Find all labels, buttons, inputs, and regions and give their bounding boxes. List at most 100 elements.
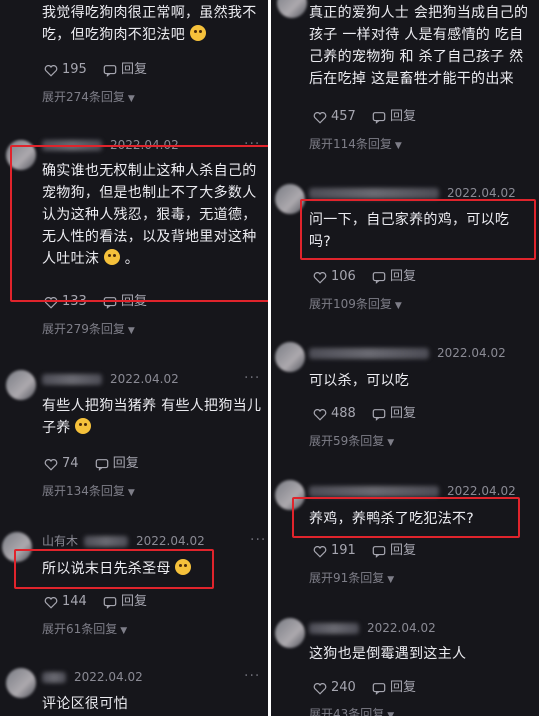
expand-replies-link[interactable]: 展开109条回复 ▼ <box>309 296 402 312</box>
reply-icon[interactable] <box>372 271 386 284</box>
heart-icon[interactable] <box>44 596 58 609</box>
expand-replies-link[interactable]: 展开59条回复 ▼ <box>309 433 394 449</box>
username-blurred[interactable] <box>309 623 359 634</box>
left-comment-column: 我觉得吃狗肉很正常啊，虽然我不 吃，但吃狗肉不犯法吧 195 回复 展开274条… <box>0 0 268 716</box>
username-blurred[interactable] <box>309 348 429 359</box>
highlight-box <box>10 145 268 302</box>
reply-icon[interactable] <box>372 408 386 421</box>
heart-icon[interactable] <box>313 111 327 124</box>
reply-icon[interactable] <box>372 545 386 558</box>
username-blurred[interactable] <box>309 188 439 199</box>
expand-replies-link[interactable]: 展开279条回复 ▼ <box>42 321 135 337</box>
comment-meta: 2022.04.02 <box>309 619 436 637</box>
comment-actions: 191 回复 <box>313 542 416 560</box>
expand-replies-link[interactable]: 展开61条回复 ▼ <box>42 621 127 637</box>
comment-meta: 山有木 2022.04.02 <box>42 532 205 550</box>
comment-date: 2022.04.02 <box>74 670 143 684</box>
comment-text: 我觉得吃狗肉很正常啊，虽然我不 吃，但吃狗肉不犯法吧 <box>42 5 257 43</box>
avatar[interactable] <box>277 0 307 18</box>
comment-meta: 2022.04.02 <box>42 370 179 388</box>
expand-replies-link[interactable]: 展开274条回复 ▼ <box>42 89 135 105</box>
reply-icon[interactable] <box>372 682 386 695</box>
caret-down-icon: ▼ <box>120 626 128 636</box>
heart-icon[interactable] <box>313 545 327 558</box>
reply-icon[interactable] <box>372 111 386 124</box>
heart-icon[interactable] <box>44 64 58 77</box>
reply-button[interactable]: 回复 <box>390 405 416 423</box>
avatar[interactable] <box>6 668 36 698</box>
reply-button[interactable]: 回复 <box>390 542 416 560</box>
caret-down-icon: ▼ <box>387 438 395 448</box>
comment-actions: 106 回复 <box>313 268 416 286</box>
expand-replies-link[interactable]: 展开43条回复 ▼ <box>309 706 394 716</box>
caret-down-icon: ▼ <box>387 711 395 716</box>
comment-actions: 144 回复 <box>44 593 147 611</box>
reply-button[interactable]: 回复 <box>390 268 416 286</box>
laugh-emoji-icon <box>75 418 92 434</box>
right-comment-column: 真正的爱狗人士 会把狗当成自己的 孩子 一样对待 人是有感情的 吃自 己养的宠物… <box>271 0 539 716</box>
like-count: 488 <box>331 406 356 421</box>
comment-actions: 457 回复 <box>313 108 416 126</box>
reply-button[interactable]: 回复 <box>121 61 147 79</box>
username-fragment[interactable]: 山有木 <box>42 534 78 548</box>
comment-date: 2022.04.02 <box>447 484 516 498</box>
username-blurred[interactable] <box>42 672 66 683</box>
avatar[interactable] <box>275 618 305 648</box>
comment-actions: 195 回复 <box>44 61 147 79</box>
like-count: 195 <box>62 62 87 77</box>
comment-text: 真正的爱狗人士 会把狗当成自己的 孩子 一样对待 人是有感情的 吃自 己养的宠物… <box>309 5 529 87</box>
more-options-icon[interactable]: ··· <box>244 370 260 386</box>
comment-text: 评论区很可怕 <box>42 696 128 712</box>
like-count: 106 <box>331 269 356 284</box>
comment-meta: 2022.04.02 <box>309 344 506 362</box>
reply-button[interactable]: 回复 <box>113 455 139 473</box>
highlight-box <box>14 549 214 589</box>
username-blurred[interactable] <box>309 486 439 497</box>
comment-date: 2022.04.02 <box>136 534 205 548</box>
like-count: 74 <box>62 456 79 471</box>
comment-date: 2022.04.02 <box>437 346 506 360</box>
like-count: 240 <box>331 680 356 695</box>
expand-replies-link[interactable]: 展开91条回复 ▼ <box>309 570 394 586</box>
caret-down-icon: ▼ <box>127 488 135 498</box>
laugh-cry-emoji-icon <box>189 25 206 41</box>
heart-icon[interactable] <box>313 271 327 284</box>
comment-text: 这狗也是倒霉遇到这主人 <box>309 646 467 662</box>
reply-button[interactable]: 回复 <box>121 593 147 611</box>
more-options-icon[interactable]: ··· <box>250 532 266 548</box>
caret-down-icon: ▼ <box>394 301 402 311</box>
comment-date: 2022.04.02 <box>447 186 516 200</box>
heart-icon[interactable] <box>313 682 327 695</box>
caret-down-icon: ▼ <box>127 326 135 336</box>
heart-icon[interactable] <box>44 458 58 471</box>
caret-down-icon: ▼ <box>394 141 402 151</box>
highlight-box <box>292 497 520 538</box>
caret-down-icon: ▼ <box>387 575 395 585</box>
reply-icon[interactable] <box>103 596 117 609</box>
comment-text: 有些人把狗当猪养 有些人把狗当儿 子养 <box>42 398 262 436</box>
highlight-box <box>300 199 536 260</box>
comment-date: 2022.04.02 <box>367 621 436 635</box>
heart-icon[interactable] <box>313 408 327 421</box>
like-count: 457 <box>331 109 356 124</box>
comment-date: 2022.04.02 <box>110 372 179 386</box>
reply-icon[interactable] <box>95 458 109 471</box>
like-count: 191 <box>331 543 356 558</box>
comment-actions: 240 回复 <box>313 679 416 697</box>
comment-text: 可以杀，可以吃 <box>309 373 410 389</box>
more-options-icon[interactable]: ··· <box>244 668 260 684</box>
reply-button[interactable]: 回复 <box>390 679 416 697</box>
caret-down-icon: ▼ <box>127 94 135 104</box>
avatar[interactable] <box>275 342 305 372</box>
reply-icon[interactable] <box>103 64 117 77</box>
avatar[interactable] <box>6 370 36 400</box>
expand-replies-link[interactable]: 展开114条回复 ▼ <box>309 136 402 152</box>
like-count: 144 <box>62 594 87 609</box>
comment-actions: 74 回复 <box>44 455 139 473</box>
username-blurred[interactable] <box>42 374 102 385</box>
comment-actions: 488 回复 <box>313 405 416 423</box>
username-blurred[interactable] <box>84 536 129 547</box>
reply-button[interactable]: 回复 <box>390 108 416 126</box>
comment-meta: 2022.04.02 <box>42 668 143 686</box>
expand-replies-link[interactable]: 展开134条回复 ▼ <box>42 483 135 499</box>
